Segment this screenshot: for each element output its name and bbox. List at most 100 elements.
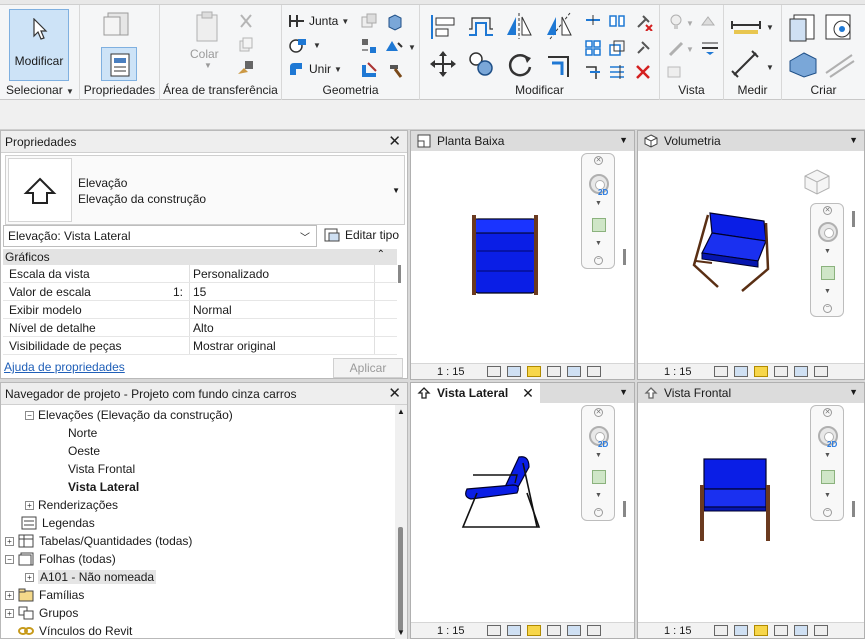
- scale-icon[interactable]: [608, 39, 626, 57]
- collapse-toggle[interactable]: −: [5, 554, 14, 564]
- view-menu-caret[interactable]: ▼: [849, 387, 858, 397]
- instance-selector[interactable]: Elevação: Vista Lateral ﹀: [3, 225, 317, 247]
- expand-toggle[interactable]: +: [5, 590, 14, 600]
- crop-view-icon[interactable]: [566, 366, 581, 377]
- paint-icon[interactable]: [384, 37, 408, 55]
- shadows-icon[interactable]: [546, 366, 561, 377]
- view-menu-caret[interactable]: ▼: [619, 135, 628, 145]
- close-properties-icon[interactable]: ✕: [388, 134, 401, 149]
- zoom-icon[interactable]: [592, 470, 606, 484]
- wheel-caret[interactable]: ▼: [824, 248, 831, 255]
- tree-item-elevations[interactable]: − Elevações (Elevação da construção): [25, 406, 233, 424]
- pin-icon[interactable]: [634, 39, 652, 57]
- tree-item-schedules[interactable]: + Tabelas/Quantidades (todas): [5, 532, 192, 550]
- zoom-icon[interactable]: [821, 266, 835, 280]
- view-window-3d[interactable]: Volumetria ▼ ✕ ▼ ▼ − 1 : 15: [637, 130, 865, 380]
- measure-icon[interactable]: [730, 49, 762, 79]
- create-assembly-icon[interactable]: [788, 13, 818, 43]
- properties-toggle-button[interactable]: [101, 47, 137, 81]
- zoom-caret[interactable]: ▼: [595, 240, 602, 247]
- trim-single-icon[interactable]: [584, 63, 602, 81]
- hammer-icon[interactable]: [386, 61, 404, 79]
- cut-icon[interactable]: [238, 13, 254, 29]
- linework-caret[interactable]: ▼: [686, 45, 694, 54]
- wall-joins-icon[interactable]: [386, 13, 404, 31]
- viewcube-icon[interactable]: [800, 167, 834, 197]
- crop-view-icon[interactable]: [793, 625, 808, 636]
- tree-item-side-view[interactable]: Vista Lateral: [68, 478, 139, 496]
- view-canvas[interactable]: ✕ 2D ▼ ▼ −: [411, 151, 634, 363]
- visual-style-icon[interactable]: [506, 366, 521, 377]
- split-face-icon[interactable]: [360, 37, 378, 55]
- show-crop-icon[interactable]: [586, 366, 601, 377]
- paint-caret[interactable]: ▼: [408, 43, 416, 52]
- crop-view-icon[interactable]: [566, 625, 581, 636]
- show-crop-icon[interactable]: [586, 625, 601, 636]
- view-scale[interactable]: 1 : 15: [664, 625, 692, 637]
- navbar-close-icon[interactable]: ✕: [823, 408, 832, 417]
- zoom-caret[interactable]: ▼: [824, 288, 831, 295]
- detail-level-icon[interactable]: [486, 625, 501, 636]
- steering-wheel-icon[interactable]: [818, 222, 838, 242]
- navbar-options-icon[interactable]: −: [594, 256, 603, 265]
- view-window-side[interactable]: Vista Lateral ✕ ▼ ✕ 2D ▼ ▼ − 1 : 15: [410, 382, 635, 639]
- expand-toggle[interactable]: +: [5, 536, 14, 546]
- dimension-caret[interactable]: ▼: [766, 23, 774, 32]
- collapse-toggle[interactable]: −: [25, 410, 34, 420]
- tree-item-front-view[interactable]: Vista Frontal: [68, 460, 135, 478]
- paste-caret[interactable]: ▼: [204, 61, 212, 70]
- sun-path-icon[interactable]: [753, 366, 768, 377]
- wheel-caret[interactable]: ▼: [824, 452, 831, 459]
- edit-type-button[interactable]: Editar tipo: [323, 227, 399, 243]
- view-canvas[interactable]: ✕ ▼ ▼ −: [638, 151, 864, 363]
- shadows-icon[interactable]: [773, 625, 788, 636]
- property-value[interactable]: Mostrar original: [190, 337, 375, 354]
- view-menu-caret[interactable]: ▼: [849, 135, 858, 145]
- tree-item-families[interactable]: + Famílias: [5, 586, 84, 604]
- navigation-bar[interactable]: ✕ ▼ ▼ −: [810, 203, 844, 317]
- property-value[interactable]: Personalizado: [190, 265, 375, 282]
- sun-path-icon[interactable]: [526, 366, 541, 377]
- copy-element-icon[interactable]: [466, 49, 496, 79]
- cut-geometry-icon[interactable]: [360, 13, 378, 29]
- create-similar-icon[interactable]: [824, 49, 858, 79]
- view-window-plan[interactable]: Planta Baixa ▼ ✕ 2D ▼ ▼ − 1 : 15: [410, 130, 635, 380]
- unpin-icon[interactable]: [634, 13, 654, 31]
- view-canvas[interactable]: ✕ 2D ▼ ▼ −: [411, 403, 634, 622]
- union-button[interactable]: Unir ▼: [288, 61, 342, 77]
- scroll-down-icon[interactable]: ▼: [397, 628, 405, 637]
- mirror-pick-axis-icon[interactable]: [504, 11, 536, 41]
- tree-item-north[interactable]: Norte: [68, 424, 97, 442]
- navbar-options-icon[interactable]: −: [823, 304, 832, 313]
- shadows-icon[interactable]: [546, 625, 561, 636]
- mirror-draw-axis-icon[interactable]: [544, 11, 576, 41]
- view-scrollbar[interactable]: [623, 501, 626, 517]
- navbar-options-icon[interactable]: −: [823, 508, 832, 517]
- show-crop-icon[interactable]: [813, 625, 828, 636]
- view-scale[interactable]: 1 : 15: [437, 366, 465, 378]
- demolish-view-icon[interactable]: [666, 63, 684, 79]
- tree-item-groups[interactable]: + Grupos: [5, 604, 78, 622]
- view-canvas[interactable]: ✕ 2D ▼ ▼ −: [638, 403, 864, 622]
- tree-item-legends[interactable]: Legendas: [21, 514, 95, 532]
- wheel-caret[interactable]: ▼: [595, 200, 602, 207]
- navigation-bar[interactable]: ✕ 2D ▼ ▼ −: [581, 153, 615, 269]
- split-gap-icon[interactable]: [608, 13, 626, 29]
- hide-caret[interactable]: ▼: [686, 19, 694, 28]
- detail-level-icon[interactable]: [486, 366, 501, 377]
- rotate-icon[interactable]: [504, 49, 536, 81]
- match-properties-icon[interactable]: [236, 59, 256, 77]
- view-tab-3d[interactable]: Volumetria: [644, 131, 727, 151]
- view-scrollbar[interactable]: [852, 501, 855, 517]
- measure-caret[interactable]: ▼: [766, 63, 774, 72]
- view-scale[interactable]: 1 : 15: [664, 366, 692, 378]
- browser-scrollbar[interactable]: ▲ ▼: [395, 405, 407, 639]
- tree-item-renderings[interactable]: + Renderizações: [25, 496, 118, 514]
- property-value[interactable]: Alto: [190, 319, 375, 336]
- properties-scrollbar[interactable]: [397, 265, 403, 355]
- array-icon[interactable]: [584, 39, 602, 57]
- property-value[interactable]: Normal: [190, 301, 375, 318]
- visual-style-icon[interactable]: [733, 366, 748, 377]
- render-icon[interactable]: [793, 366, 808, 377]
- tree-item-sheet-a101[interactable]: + A101 - Não nomeada: [25, 568, 157, 586]
